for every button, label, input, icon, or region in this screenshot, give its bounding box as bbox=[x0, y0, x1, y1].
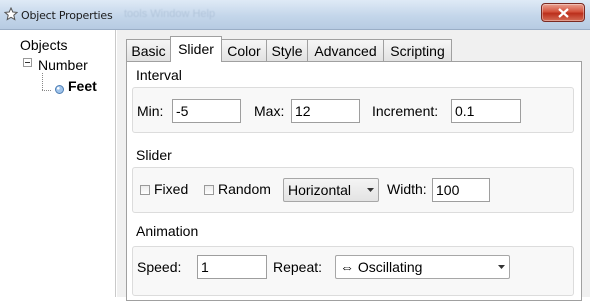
tab-slider[interactable]: Slider bbox=[170, 36, 222, 62]
properties-panel: Basic Slider Color Style Advanced Script… bbox=[117, 30, 590, 301]
animation-title: Animation bbox=[136, 223, 199, 239]
tab-color[interactable]: Color bbox=[221, 39, 267, 61]
tab-advanced[interactable]: Advanced bbox=[307, 39, 384, 61]
max-label: Max: bbox=[254, 103, 285, 119]
repeat-value: ⇔ Oscillating bbox=[340, 259, 423, 275]
repeat-dropdown[interactable]: ⇔ Oscillating bbox=[335, 255, 510, 279]
min-input[interactable] bbox=[172, 99, 241, 123]
object-properties-icon bbox=[4, 7, 18, 21]
fixed-checkbox[interactable] bbox=[140, 185, 150, 195]
tab-basic[interactable]: Basic bbox=[126, 39, 171, 61]
fixed-label: Fixed bbox=[154, 181, 189, 197]
increment-label: Increment: bbox=[372, 103, 439, 119]
random-checkbox[interactable] bbox=[204, 185, 214, 195]
object-bullet-icon bbox=[55, 85, 64, 94]
title-bar: Object Properties tools Window Help bbox=[0, 0, 590, 30]
orientation-value: Horizontal bbox=[288, 182, 352, 198]
tree-group-number[interactable]: Number bbox=[38, 57, 88, 73]
increment-input[interactable] bbox=[451, 99, 521, 123]
repeat-label: Repeat: bbox=[273, 259, 323, 275]
slider-title: Slider bbox=[136, 147, 172, 163]
tree-connector bbox=[42, 73, 43, 90]
close-x-icon bbox=[558, 8, 569, 18]
interval-title: Interval bbox=[136, 67, 182, 83]
orientation-dropdown[interactable]: Horizontal bbox=[283, 178, 379, 202]
width-input[interactable] bbox=[432, 178, 490, 202]
object-tree: Objects Number Feet bbox=[0, 30, 116, 297]
collapse-icon[interactable] bbox=[23, 58, 32, 67]
close-button[interactable] bbox=[541, 3, 585, 22]
tab-scripting[interactable]: Scripting bbox=[383, 39, 452, 61]
max-input[interactable] bbox=[291, 99, 360, 123]
chevron-down-icon bbox=[498, 265, 505, 269]
tree-connector bbox=[42, 90, 51, 91]
min-label: Min: bbox=[137, 103, 164, 119]
speed-label: Speed: bbox=[137, 259, 182, 275]
chevron-down-icon bbox=[367, 188, 374, 192]
background-menu-text: tools Window Help bbox=[124, 8, 216, 20]
window-title: Object Properties bbox=[21, 9, 113, 22]
speed-input[interactable] bbox=[197, 255, 267, 279]
tree-item-feet[interactable]: Feet bbox=[68, 78, 97, 94]
width-label: Width: bbox=[387, 181, 427, 197]
tab-style[interactable]: Style bbox=[266, 39, 308, 61]
slider-tab-content: Interval Min: Max: Increment: Slider Fix… bbox=[126, 61, 582, 301]
random-label: Random bbox=[218, 181, 271, 197]
tree-root-objects[interactable]: Objects bbox=[20, 37, 67, 53]
